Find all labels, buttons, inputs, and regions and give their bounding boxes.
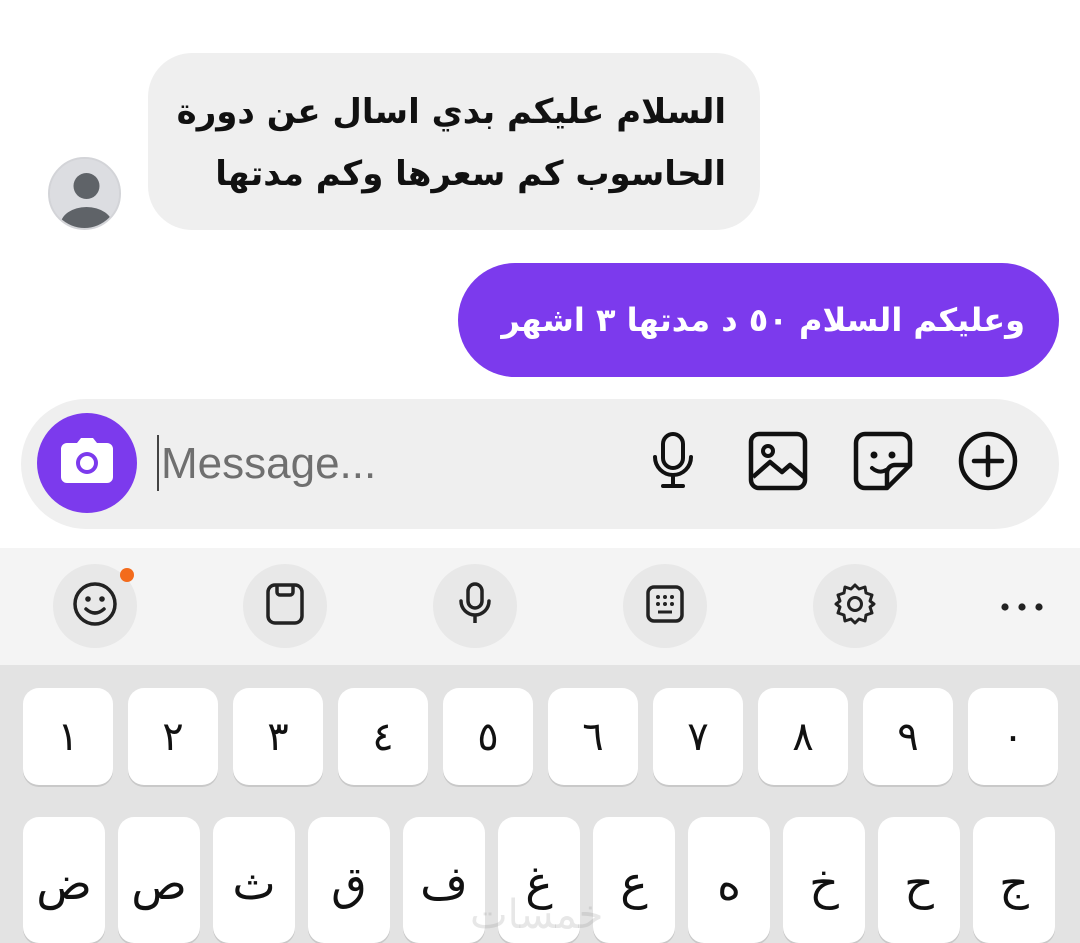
emoji-icon: [72, 581, 118, 631]
key-qaf[interactable]: ق: [308, 817, 390, 943]
plus-circle-icon: [957, 430, 1019, 496]
key-ain[interactable]: ع: [593, 817, 675, 943]
incoming-message-line-2: الحاسوب كم سعرها وكم مدتها: [215, 154, 726, 194]
voice-input-button[interactable]: [433, 564, 517, 648]
microphone-icon: [457, 581, 493, 631]
keypad-button[interactable]: [623, 564, 707, 648]
clipboard-icon: [265, 582, 305, 630]
key-1[interactable]: ١: [23, 688, 113, 785]
text-cursor: [157, 435, 159, 491]
key-fa[interactable]: ف: [403, 817, 485, 943]
message-composer: [21, 399, 1059, 529]
key-dad[interactable]: ض: [23, 817, 105, 943]
camera-icon: [59, 437, 115, 489]
key-6[interactable]: ٦: [548, 688, 638, 785]
key-9[interactable]: ٩: [863, 688, 953, 785]
gallery-button[interactable]: [746, 431, 810, 495]
gear-icon: [833, 582, 877, 630]
keypad-icon: [645, 584, 685, 628]
key-7[interactable]: ٧: [653, 688, 743, 785]
key-2[interactable]: ٢: [128, 688, 218, 785]
chat-thread: السلام عليكم بدي اسال عن دورة الحاسوب كم…: [0, 0, 1080, 548]
add-attachment-button[interactable]: [956, 431, 1020, 495]
keyboard: ١ ٢ ٣ ٤ ٥ ٦ ٧ ٨ ٩ ٠ ض ص ث ق ف غ ع ه خ ح …: [0, 665, 1080, 943]
key-ha[interactable]: ه: [688, 817, 770, 943]
image-icon: [748, 431, 808, 495]
incoming-message-line-1: السلام عليكم بدي اسال عن دورة: [176, 92, 726, 132]
more-horizontal-icon: [1000, 597, 1044, 616]
key-4[interactable]: ٤: [338, 688, 428, 785]
notification-dot: [120, 568, 134, 582]
key-sad[interactable]: ص: [118, 817, 200, 943]
more-options-button[interactable]: [980, 564, 1064, 648]
mic-button[interactable]: [641, 431, 705, 495]
camera-button[interactable]: [37, 413, 137, 513]
clipboard-button[interactable]: [243, 564, 327, 648]
key-hha[interactable]: ح: [878, 817, 960, 943]
message-input[interactable]: [161, 429, 601, 499]
key-3[interactable]: ٣: [233, 688, 323, 785]
settings-button[interactable]: [813, 564, 897, 648]
keyboard-toolbar: [0, 548, 1080, 665]
user-avatar-icon[interactable]: [48, 157, 121, 230]
key-ghain[interactable]: غ: [498, 817, 580, 943]
key-5[interactable]: ٥: [443, 688, 533, 785]
key-0[interactable]: ٠: [968, 688, 1058, 785]
key-8[interactable]: ٨: [758, 688, 848, 785]
microphone-icon: [650, 431, 696, 495]
key-tha[interactable]: ث: [213, 817, 295, 943]
sticker-icon: [853, 431, 913, 495]
incoming-message-bubble[interactable]: السلام عليكم بدي اسال عن دورة الحاسوب كم…: [148, 53, 760, 230]
key-kha[interactable]: خ: [783, 817, 865, 943]
sticker-button[interactable]: [851, 431, 915, 495]
key-jim[interactable]: ج: [973, 817, 1055, 943]
outgoing-message-bubble[interactable]: وعليكم السلام ٥٠ د مدتها ٣ اشهر: [458, 263, 1059, 377]
outgoing-message-text: وعليكم السلام ٥٠ د مدتها ٣ اشهر: [501, 301, 1025, 339]
